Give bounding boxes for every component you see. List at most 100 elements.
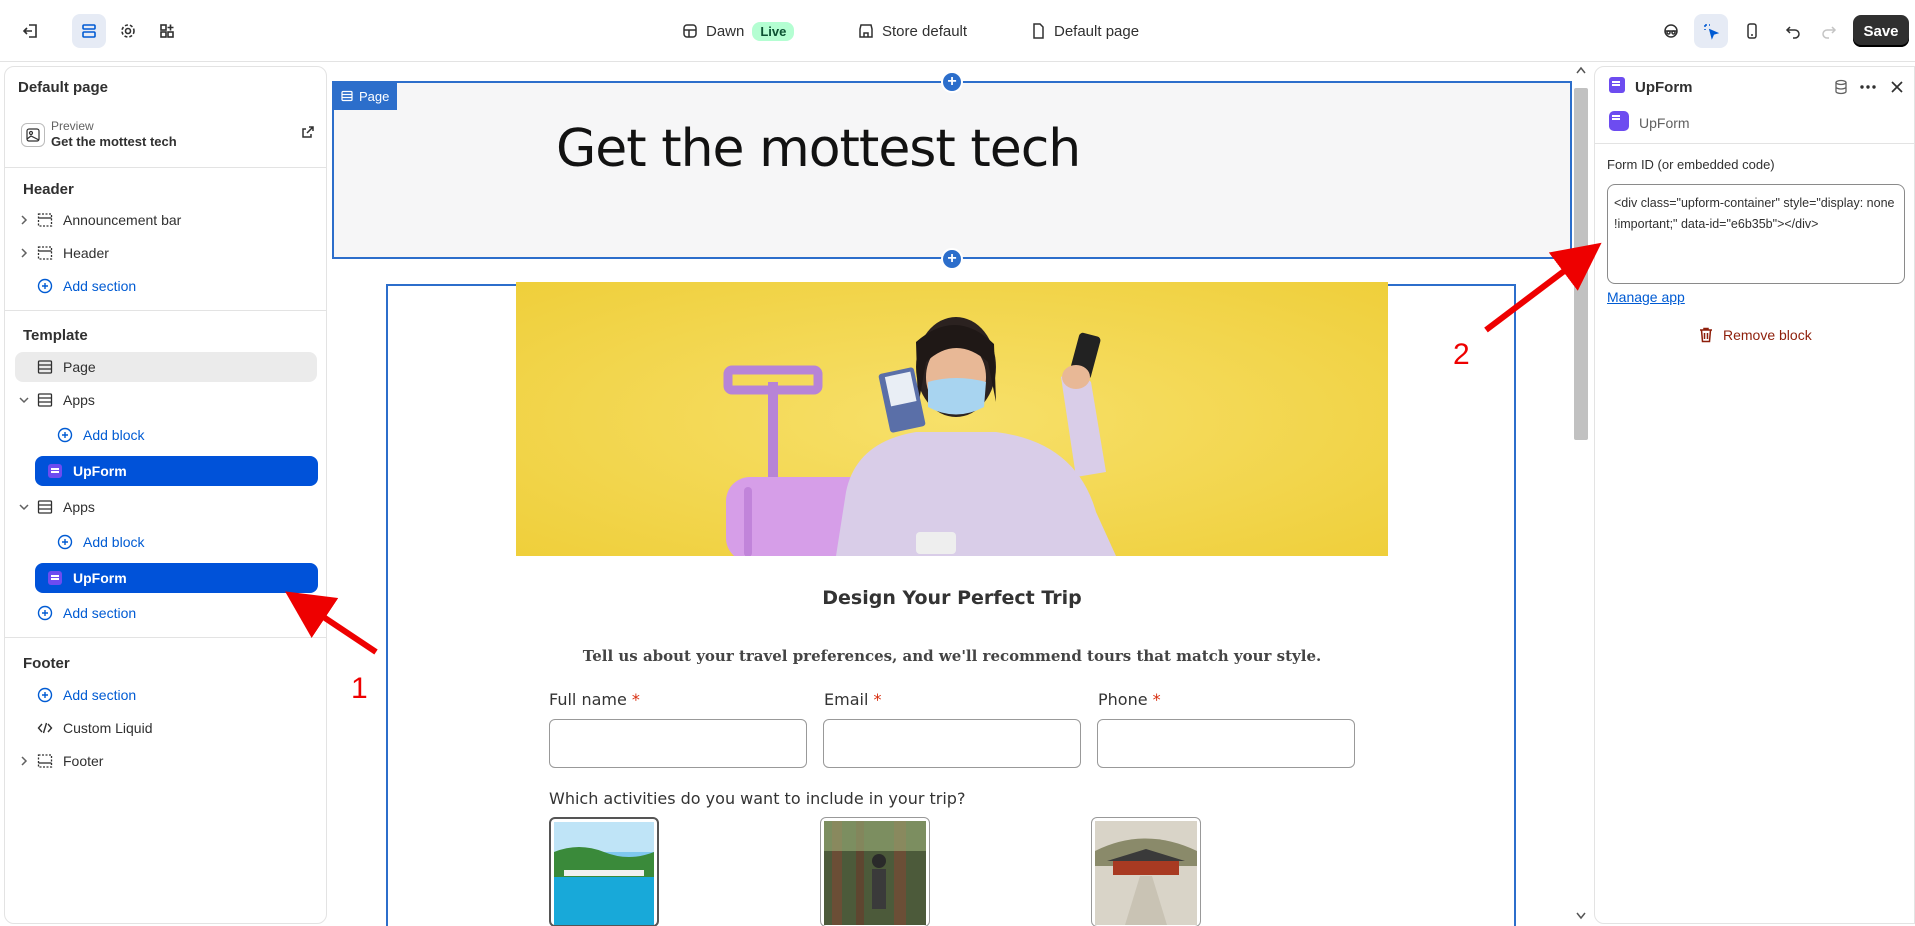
phone-label: Phone * — [1098, 690, 1161, 709]
scroll-up-icon[interactable] — [1576, 66, 1586, 74]
sidebar-item-apps-2[interactable]: Apps — [15, 492, 317, 522]
database-icon[interactable] — [1833, 79, 1849, 98]
chevron-right-icon[interactable] — [15, 248, 33, 258]
required-mark: * — [873, 690, 882, 709]
section-icon — [33, 212, 57, 228]
sidebar-item-label: UpForm — [73, 570, 127, 586]
hero-image — [516, 282, 1388, 556]
add-section-label: Add section — [63, 605, 137, 621]
sidebar-item-custom-liquid[interactable]: Custom Liquid — [15, 713, 317, 743]
mobile-view-icon[interactable] — [1735, 14, 1769, 48]
store-icon — [859, 24, 873, 38]
sidebar-item-label: Apps — [63, 499, 95, 515]
preview-label: Preview — [51, 119, 94, 133]
sidebar-item-footer[interactable]: Footer — [15, 746, 317, 776]
activity-option-culture[interactable] — [1091, 817, 1201, 926]
header-group-title: Header — [23, 181, 74, 198]
phone-field[interactable] — [1097, 719, 1355, 768]
sidebar-item-upform-2[interactable]: UpForm — [35, 563, 318, 593]
activities-question: Which activities do you want to include … — [549, 789, 966, 808]
block-settings-panel: UpForm UpForm Form ID (or embedded code)… — [1594, 66, 1915, 924]
upform-app-icon — [1609, 111, 1629, 134]
chevron-right-icon[interactable] — [15, 215, 33, 225]
code-icon — [33, 720, 57, 736]
add-block-2[interactable]: Add block — [53, 527, 317, 557]
exit-icon[interactable] — [14, 14, 48, 48]
annotation-number-two: 2 — [1453, 338, 1470, 371]
add-section-template[interactable]: Add section — [15, 598, 317, 628]
add-section-bottom-button[interactable]: + — [941, 248, 963, 270]
upform-icon — [1609, 77, 1625, 97]
full-name-label: Full name * — [549, 690, 640, 709]
divider — [5, 310, 326, 311]
add-section-header[interactable]: Add section — [15, 271, 317, 301]
full-name-label-text: Full name — [549, 690, 627, 709]
activity-option-hiking[interactable] — [820, 817, 930, 926]
chevron-down-icon[interactable] — [15, 395, 33, 405]
top-bar: Dawn Live Store default Default page Sav… — [0, 0, 1915, 62]
email-label-text: Email — [824, 690, 869, 709]
theme-name: Dawn — [706, 22, 745, 40]
app-name: UpForm — [1639, 114, 1690, 131]
redo-icon[interactable] — [1812, 14, 1846, 48]
add-block-1[interactable]: Add block — [53, 420, 317, 450]
external-link-icon[interactable] — [301, 125, 315, 142]
divider — [1595, 143, 1914, 144]
hero-title: Get the mottest tech — [556, 119, 1081, 179]
plus-circle-icon — [53, 427, 77, 443]
manage-app-link[interactable]: Manage app — [1607, 289, 1685, 305]
preview-item[interactable]: Preview Get the mottest tech — [15, 115, 317, 155]
form-id-textarea[interactable]: <div class="upform-container" style="dis… — [1607, 184, 1905, 284]
sidebar-title: Default page — [18, 79, 109, 96]
sections-icon[interactable] — [72, 14, 106, 48]
chevron-down-icon[interactable] — [15, 502, 33, 512]
form-title: Design Your Perfect Trip — [822, 587, 1082, 609]
footer-group-title: Footer — [23, 655, 70, 672]
sidebar-item-label: Footer — [63, 753, 104, 769]
page-tag-label: Page — [359, 88, 390, 104]
scroll-down-icon[interactable] — [1576, 912, 1586, 920]
required-mark: * — [631, 690, 640, 709]
upform-icon — [43, 464, 67, 478]
save-button[interactable]: Save — [1853, 15, 1909, 47]
temple-image — [1095, 821, 1197, 925]
preview-inspector-icon[interactable] — [1654, 14, 1688, 48]
preview-image-icon — [21, 123, 45, 147]
undo-icon[interactable] — [1776, 14, 1810, 48]
apps-grid-icon[interactable] — [150, 14, 184, 48]
add-block-label: Add block — [83, 427, 145, 443]
store-label: Store default — [882, 22, 968, 40]
gear-icon[interactable] — [111, 14, 145, 48]
pool-image — [554, 822, 654, 925]
theme-selector[interactable]: Dawn Live — [682, 0, 795, 62]
sidebar-item-apps-1[interactable]: Apps — [15, 385, 317, 415]
page-section[interactable]: Page Get the mottest tech — [332, 81, 1572, 259]
sidebar-item-page[interactable]: Page — [15, 352, 317, 382]
sidebar-item-upform-1[interactable]: UpForm — [35, 456, 318, 486]
add-section-footer[interactable]: Add section — [15, 680, 317, 710]
email-field[interactable] — [823, 719, 1081, 768]
more-options-icon[interactable] — [1859, 79, 1877, 98]
sidebar-item-announcement-bar[interactable]: Announcement bar — [15, 205, 317, 235]
activity-option-pool[interactable] — [549, 817, 659, 926]
close-icon[interactable] — [1889, 79, 1905, 98]
apps-section-icon — [33, 392, 57, 408]
canvas-scroll-thumb[interactable] — [1574, 88, 1588, 440]
full-name-field[interactable] — [549, 719, 807, 768]
remove-block-button[interactable]: Remove block — [1699, 327, 1812, 343]
divider — [5, 167, 326, 168]
chevron-right-icon[interactable] — [15, 756, 33, 766]
store-selector[interactable]: Store default — [858, 0, 967, 62]
apps-section-icon — [33, 499, 57, 515]
divider — [5, 637, 326, 638]
sidebar-item-header[interactable]: Header — [15, 238, 317, 268]
trash-icon — [1700, 327, 1712, 343]
page-section-icon — [341, 90, 353, 102]
template-selector[interactable]: Default page — [1030, 0, 1139, 62]
upform-icon — [43, 571, 67, 585]
select-cursor-icon[interactable] — [1694, 14, 1728, 48]
template-label: Default page — [1054, 22, 1140, 40]
add-section-label: Add section — [63, 278, 137, 294]
required-mark: * — [1152, 690, 1161, 709]
add-section-top-button[interactable]: + — [941, 71, 963, 93]
